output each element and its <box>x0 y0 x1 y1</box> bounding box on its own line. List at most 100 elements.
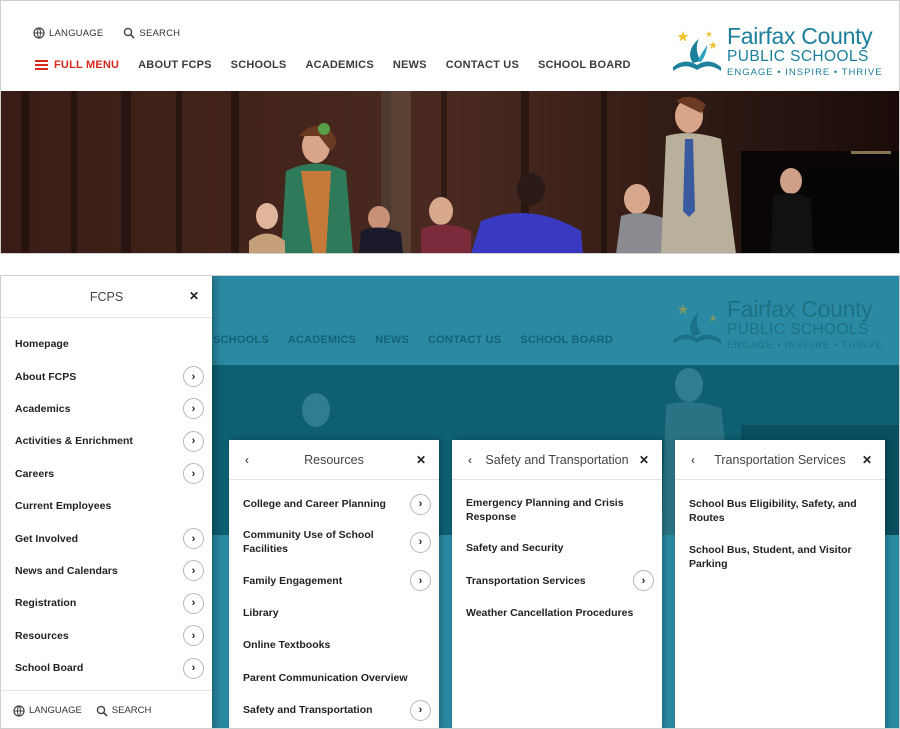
menu-item-get-involved[interactable]: Get Involved › <box>1 522 212 554</box>
globe-icon <box>13 704 25 717</box>
panel-header: ‹ Transportation Services ✕ <box>675 440 885 480</box>
chevron-right-icon[interactable]: › <box>183 366 204 388</box>
logo-line-2: PUBLIC SCHOOLS <box>727 48 869 65</box>
dimmed-nav: SCHOOLS ACADEMICS NEWS CONTACT US SCHOOL… <box>213 334 613 346</box>
logo-mark-icon <box>673 304 721 344</box>
language-link[interactable]: LANGUAGE <box>33 27 103 39</box>
close-icon[interactable]: ✕ <box>853 440 881 480</box>
menu-item-academics[interactable]: Academics › <box>1 393 212 425</box>
menu-item-activities[interactable]: Activities & Enrichment › <box>1 425 212 457</box>
nav-item-school-board[interactable]: SCHOOL BOARD <box>538 59 631 71</box>
chevron-right-icon[interactable]: › <box>183 560 204 582</box>
chevron-right-icon[interactable]: › <box>183 430 204 452</box>
chevron-right-icon[interactable]: › <box>410 493 431 515</box>
chevron-left-icon[interactable]: ‹ <box>456 440 484 480</box>
search-icon <box>96 705 108 717</box>
chevron-right-icon[interactable]: › <box>183 625 204 647</box>
panel-title: Transportation Services <box>714 452 846 467</box>
dim-nav-news: NEWS <box>375 334 410 346</box>
menu-item-about[interactable]: About FCPS › <box>1 360 212 392</box>
menu-item-current-employees[interactable]: Current Employees <box>1 490 212 522</box>
panel-header: FCPS ✕ <box>1 276 212 318</box>
close-icon[interactable]: ✕ <box>407 440 435 480</box>
menu-item-resources[interactable]: Resources › <box>1 620 212 652</box>
panel-title: FCPS <box>89 289 124 304</box>
homepage-screenshot: LANGUAGE SEARCH FULL MENU ABOUT FCPS SCH… <box>0 0 900 254</box>
menu-item-careers[interactable]: Careers › <box>1 458 212 490</box>
dimmed-logo: Fairfax County PUBLIC SCHOOLS ENGAGE • I… <box>671 298 883 350</box>
close-icon[interactable]: ✕ <box>180 276 208 316</box>
menu-item-college-career[interactable]: College and Career Planning › <box>229 488 439 520</box>
nav-item-schools[interactable]: SCHOOLS <box>231 59 287 71</box>
language-label: LANGUAGE <box>29 705 82 716</box>
chevron-right-icon[interactable]: › <box>183 528 204 550</box>
nav-item-about[interactable]: ABOUT FCPS <box>138 59 212 71</box>
transportation-services-panel: ‹ Transportation Services ✕ School Bus E… <box>675 440 885 728</box>
utility-bar: LANGUAGE SEARCH <box>33 27 180 39</box>
panel-title: Safety and Transportation <box>485 452 629 467</box>
search-label: SEARCH <box>139 27 181 39</box>
chevron-right-icon[interactable]: › <box>410 570 431 592</box>
nav-item-news[interactable]: NEWS <box>393 59 427 71</box>
search-label: SEARCH <box>111 705 152 716</box>
language-label: LANGUAGE <box>49 27 104 39</box>
dim-nav-contact: CONTACT US <box>428 334 502 346</box>
panel-footer: LANGUAGE SEARCH <box>1 690 212 728</box>
menu-list: Emergency Planning and Crisis Response S… <box>452 480 662 629</box>
chevron-right-icon[interactable]: › <box>410 531 431 553</box>
menu-list: Homepage About FCPS › Academics › Activiti… <box>1 318 212 684</box>
menu-item-registration[interactable]: Registration › <box>1 587 212 619</box>
panel-header: ‹ Resources ✕ <box>229 440 439 480</box>
menu-list: School Bus Eligibility, Safety, and Rout… <box>675 480 885 580</box>
menu-item-safety-security[interactable]: Safety and Security <box>452 532 662 564</box>
menu-item-transportation-services[interactable]: Transportation Services › <box>452 564 662 596</box>
menu-item-parent-communication[interactable]: Parent Communication Overview <box>229 662 439 694</box>
chevron-right-icon[interactable]: › <box>183 398 204 420</box>
search-icon <box>124 27 135 39</box>
logo-mark-icon <box>673 31 721 71</box>
menu-item-online-textbooks[interactable]: Online Textbooks <box>229 629 439 661</box>
logo-line-1: Fairfax County <box>727 296 873 322</box>
hamburger-icon <box>35 60 48 70</box>
full-menu-button[interactable]: FULL MENU <box>35 59 119 71</box>
search-link[interactable]: SEARCH <box>96 705 152 717</box>
panel-title: Resources <box>304 452 364 467</box>
menu-item-safety-transportation[interactable]: Safety and Transportation › <box>229 694 439 726</box>
chevron-right-icon[interactable]: › <box>183 463 204 485</box>
menu-item-emergency-planning[interactable]: Emergency Planning and Crisis Response <box>452 488 662 532</box>
panel-header: ‹ Safety and Transportation ✕ <box>452 440 662 480</box>
full-menu-label: FULL MENU <box>54 59 120 71</box>
search-link[interactable]: SEARCH <box>123 27 180 39</box>
menu-item-homepage[interactable]: Homepage <box>1 328 212 360</box>
chevron-right-icon[interactable]: › <box>183 657 204 679</box>
menu-item-school-board[interactable]: School Board › <box>1 652 212 684</box>
chevron-left-icon[interactable]: ‹ <box>233 440 261 480</box>
logo-line-2: PUBLIC SCHOOLS <box>727 321 869 338</box>
menu-item-community-use[interactable]: Community Use of School Facilities › <box>229 520 439 564</box>
nav-item-contact[interactable]: CONTACT US <box>446 59 519 71</box>
chevron-right-icon[interactable]: › <box>633 570 654 592</box>
chevron-right-icon[interactable]: › <box>410 699 431 721</box>
logo-text: Fairfax County PUBLIC SCHOOLS ENGAGE • I… <box>727 298 883 350</box>
main-menu-panel: FCPS ✕ Homepage About FCPS › Academics › A… <box>1 276 212 728</box>
globe-icon <box>33 27 45 39</box>
nav-item-academics[interactable]: ACADEMICS <box>305 59 373 71</box>
chevron-right-icon[interactable]: › <box>183 592 204 614</box>
language-link[interactable]: LANGUAGE <box>13 704 82 717</box>
logo-tagline: ENGAGE • INSPIRE • THRIVE <box>727 66 883 78</box>
stage-performance-photo <box>1 91 899 253</box>
close-icon[interactable]: ✕ <box>630 440 658 480</box>
menu-item-bus-parking[interactable]: School Bus, Student, and Visitor Parking <box>675 534 885 580</box>
resources-panel: ‹ Resources ✕ College and Career Plannin… <box>229 440 439 728</box>
chevron-left-icon[interactable]: ‹ <box>679 440 707 480</box>
menu-item-weather-cancellation[interactable]: Weather Cancellation Procedures <box>452 597 662 629</box>
menu-item-family-engagement[interactable]: Family Engagement › <box>229 564 439 596</box>
fcps-logo[interactable]: Fairfax County PUBLIC SCHOOLS ENGAGE • I… <box>671 25 883 77</box>
logo-line-1: Fairfax County <box>727 23 873 49</box>
dim-nav-schools: SCHOOLS <box>213 334 269 346</box>
dim-nav-academics: ACADEMICS <box>287 334 357 346</box>
menu-item-news-calendars[interactable]: News and Calendars › <box>1 555 212 587</box>
menu-item-bus-eligibility[interactable]: School Bus Eligibility, Safety, and Rout… <box>675 488 885 534</box>
logo-tagline: ENGAGE • INSPIRE • THRIVE <box>727 339 883 351</box>
menu-item-library[interactable]: Library <box>229 597 439 629</box>
